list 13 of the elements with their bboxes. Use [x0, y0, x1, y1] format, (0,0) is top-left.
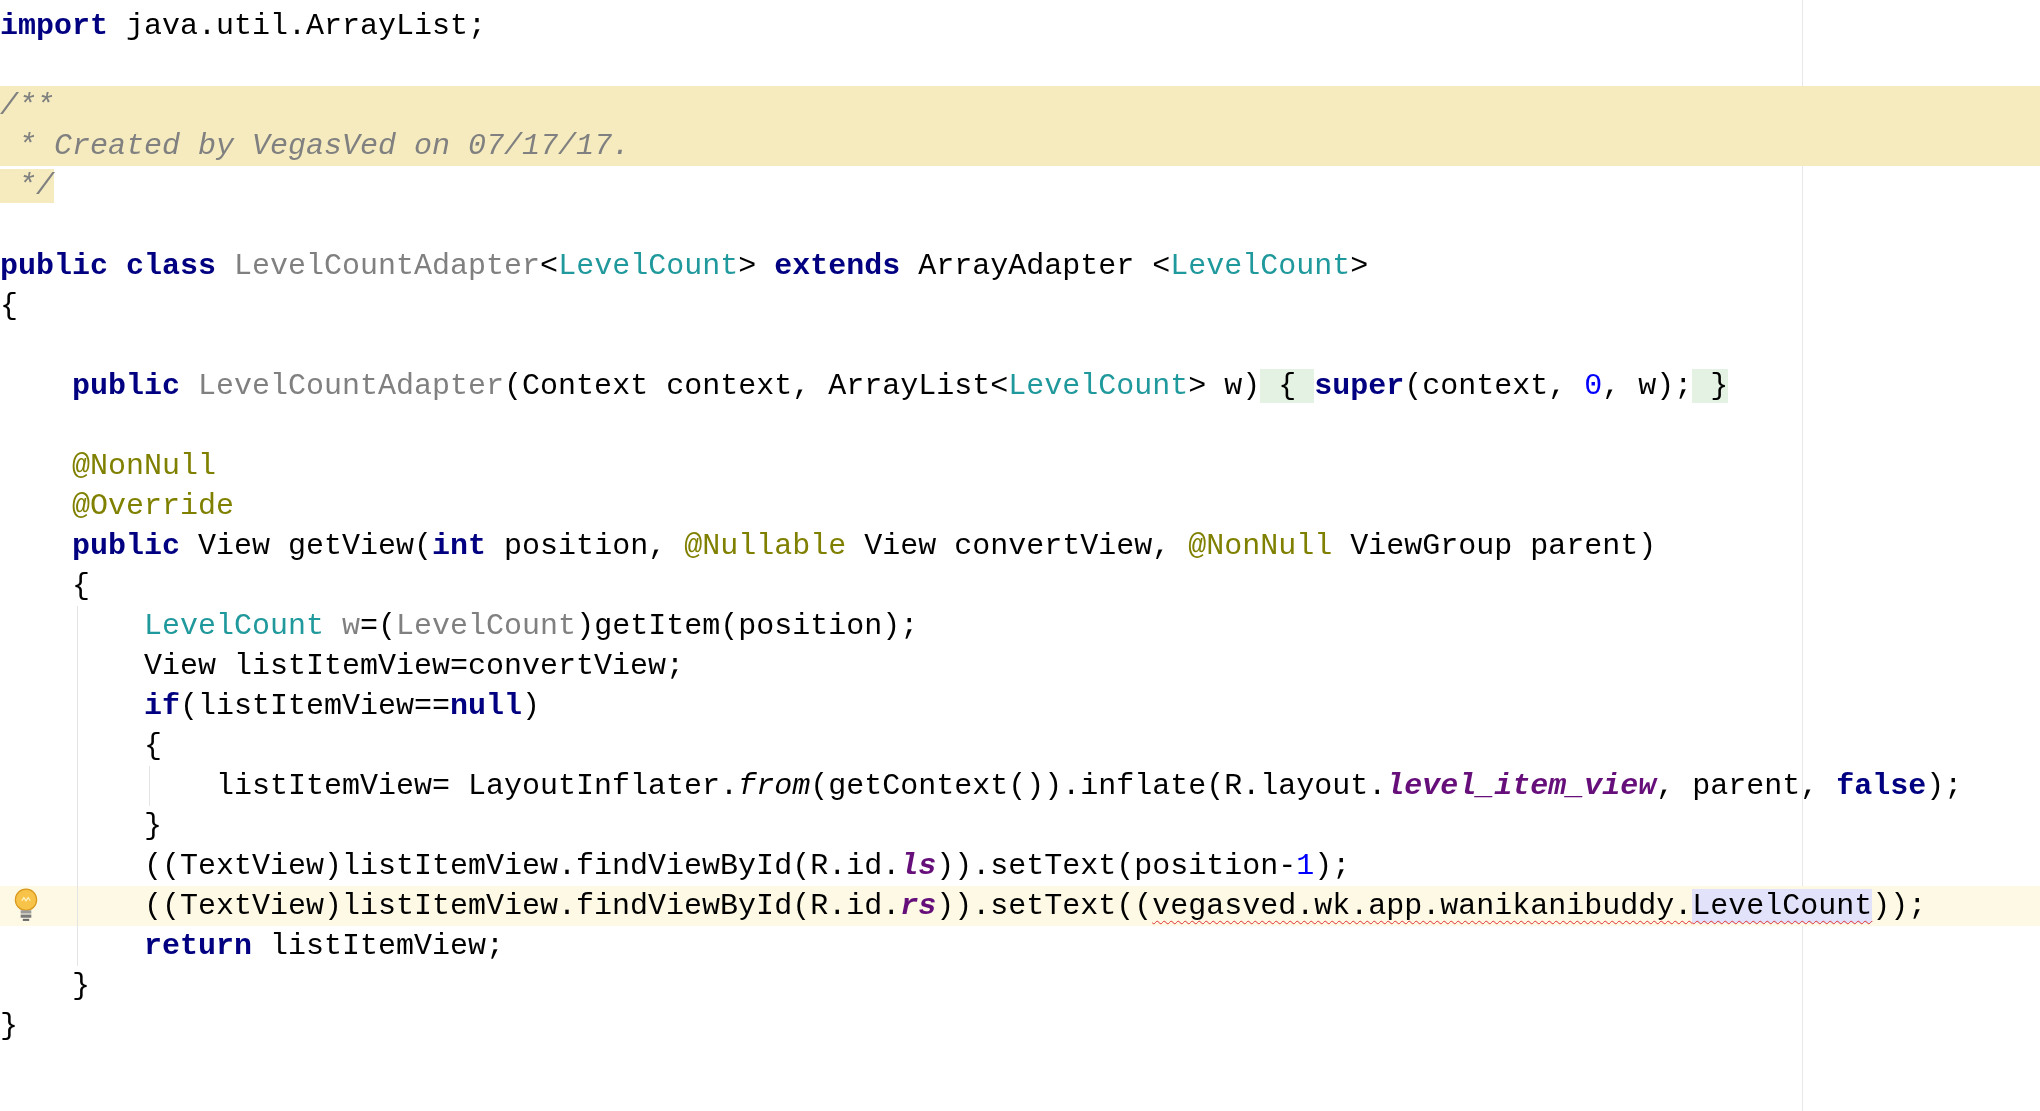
- code-line: {: [71, 568, 91, 605]
- lightbulb-icon[interactable]: [13, 888, 39, 922]
- code-line: public LevelCountAdapter(Context context, ArrayList<LevelCount> w) { super(context, 0, w); }: [71, 368, 1730, 405]
- code-line: import java.util.ArrayList;: [0, 8, 488, 45]
- code-editor[interactable]: [0, 0, 2040, 1111]
- code-line: @Override: [71, 488, 236, 525]
- code-line: public View getView(int position, @Nullable View convertView, @NonNull ViewGroup parent): [71, 528, 1658, 565]
- code-line: }: [71, 968, 91, 1005]
- code-line: */: [0, 166, 2040, 206]
- code-line: }: [0, 1008, 19, 1045]
- code-line: @NonNull: [71, 448, 218, 485]
- code-line: public class LevelCountAdapter<LevelCount> extends ArrayAdapter <LevelCount>: [0, 248, 1370, 285]
- code-line: {: [0, 288, 19, 325]
